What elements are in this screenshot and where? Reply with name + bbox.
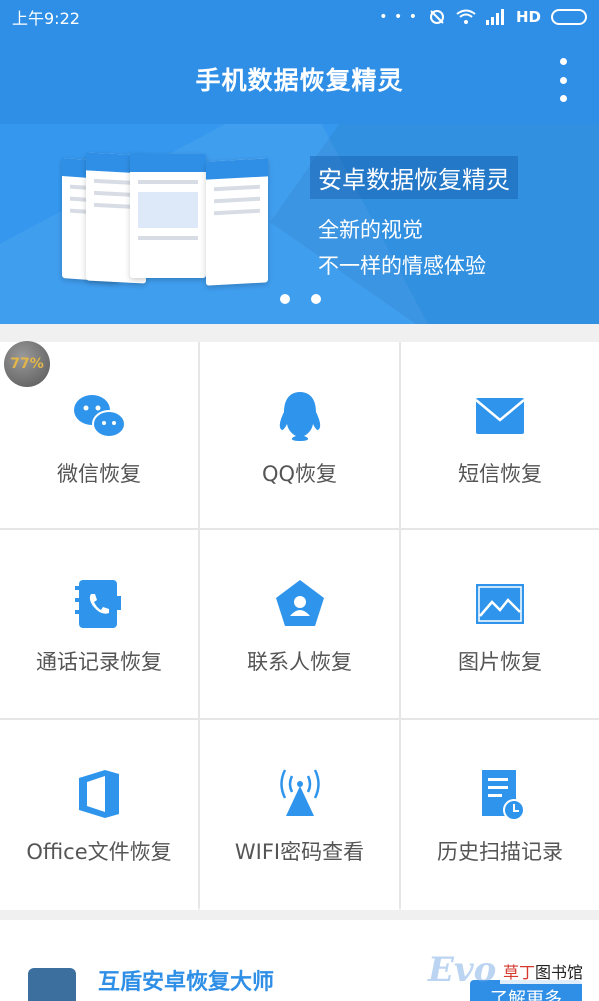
signal-icon (485, 9, 504, 25)
grid-item-label: Office文件恢复 (26, 840, 172, 864)
banner-line-1: 全新的视觉 (318, 218, 423, 242)
banner-headline: 安卓数据恢复精灵 (310, 156, 518, 199)
grid-item-wifi[interactable]: WIFI密码查看 (200, 720, 399, 910)
wifi-icon (270, 764, 330, 824)
app-title: 手机数据恢复精灵 (195, 66, 404, 95)
banner-phone-mockup (206, 158, 268, 286)
grid-item-label: 短信恢复 (458, 462, 542, 486)
grid-item-images[interactable]: 图片恢复 (401, 530, 599, 718)
menu-dot-icon (559, 58, 567, 65)
promo-card-title: 互盾安卓恢复大师 (98, 970, 275, 995)
status-time: 上午9:22 (12, 9, 80, 28)
app-bar: 手机数据恢复精灵 (0, 34, 599, 124)
grid-item-label: 微信恢复 (57, 462, 141, 486)
grid-item-label: 通话记录恢复 (36, 650, 162, 674)
app-logo-icon (28, 968, 76, 1001)
pager-dot[interactable] (280, 294, 290, 304)
image-icon (470, 574, 530, 634)
contacts-icon (270, 574, 330, 634)
banner-phone-mockup (130, 154, 206, 278)
office-icon (69, 764, 129, 824)
grid-item-call-log[interactable]: 通话记录恢复 (0, 530, 198, 718)
menu-dot-icon (559, 95, 567, 102)
overflow-menu-button[interactable] (555, 58, 571, 102)
grid-item-label: QQ恢复 (261, 462, 338, 486)
sms-icon (470, 386, 530, 446)
grid-item-label: 图片恢复 (458, 650, 542, 674)
sync-icon (429, 10, 444, 24)
network-type: HD (515, 8, 541, 26)
call-log-icon (69, 574, 129, 634)
watermark-text-red: 草丁 (503, 963, 536, 982)
grid-item-history[interactable]: 历史扫描记录 (401, 720, 599, 910)
grid-item-label: WIFI密码查看 (234, 840, 365, 864)
notification-dots-icon: • • • (379, 9, 418, 25)
watermark-text: 草丁图书馆 (500, 958, 587, 984)
qq-icon (270, 386, 330, 446)
grid-item-label: 联系人恢复 (247, 650, 352, 674)
grid-item-qq[interactable]: QQ恢复 (200, 342, 399, 528)
history-icon (470, 764, 530, 824)
pager-dot[interactable] (311, 294, 321, 304)
promo-banner[interactable]: 安卓数据恢复精灵 全新的视觉 不一样的情感体验 (0, 124, 599, 324)
menu-dot-icon (559, 76, 567, 84)
grid-item-contacts[interactable]: 联系人恢复 (200, 530, 399, 718)
status-bar: 上午9:22 • • • HD (0, 0, 599, 34)
grid-item-sms[interactable]: 短信恢复 (401, 342, 599, 528)
wechat-icon (69, 386, 129, 446)
feature-grid: 微信恢复 QQ恢复 短信恢复 通话记录恢复 联系人恢复 图片恢复 Office文… (0, 342, 599, 910)
grid-item-office[interactable]: Office文件恢复 (0, 720, 198, 910)
banner-line-2: 不一样的情感体验 (318, 254, 486, 278)
watermark-logo: Evo (428, 950, 497, 990)
battery-icon (551, 9, 587, 25)
wifi-status-icon (456, 9, 476, 24)
grid-item-label: 历史扫描记录 (437, 840, 563, 864)
floating-speed-badge[interactable]: 77% (4, 341, 50, 387)
watermark-text-black: 图书馆 (535, 963, 584, 982)
